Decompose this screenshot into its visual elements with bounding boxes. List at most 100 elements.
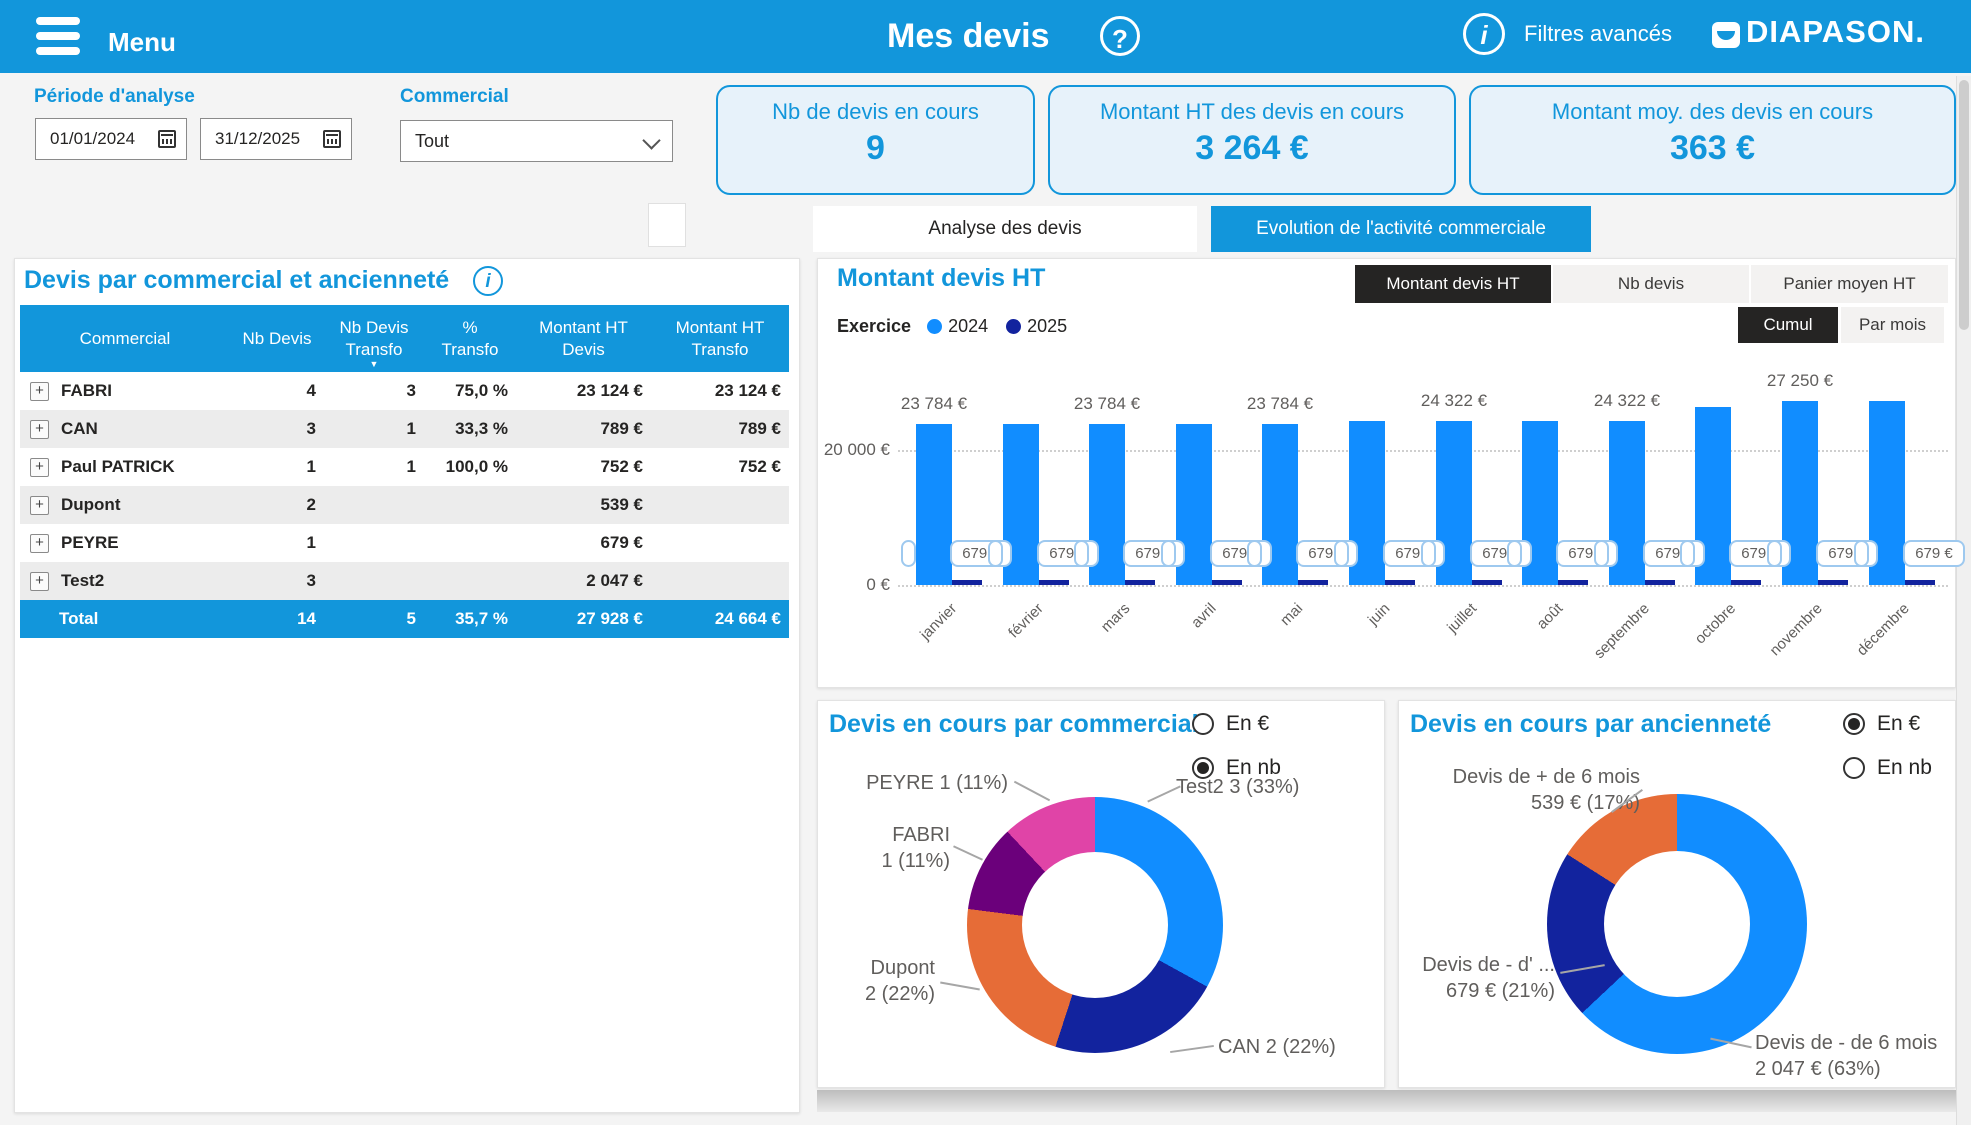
advanced-filters-button[interactable]: Filtres avancés (1524, 21, 1672, 47)
legend-item-2025[interactable]: 2025 (1006, 316, 1067, 337)
table-header-row: Commercial Nb Devis Nb DevisTransfo▼ %Tr… (20, 305, 789, 372)
bar-2025-mars[interactable] (1125, 580, 1155, 585)
bar-2025-label-frag (1507, 540, 1522, 567)
table-row[interactable]: Paul PATRICK11100,0 %752 €752 € (20, 448, 789, 486)
hamburger-menu-icon[interactable] (36, 15, 82, 59)
bar-2024-janvier[interactable] (916, 424, 952, 585)
scrollbar-thumb[interactable] (1959, 80, 1969, 330)
expand-row-icon[interactable] (30, 420, 49, 439)
cell-montant_ht_transfo: 789 € (651, 410, 789, 448)
mode-button-cumul[interactable]: Cumul (1738, 307, 1838, 343)
bar-2025-avril[interactable] (1212, 580, 1242, 585)
col-header-montant-transfo[interactable]: Montant HTTransfo (651, 305, 789, 372)
metric-button-nb-devis[interactable]: Nb devis (1553, 265, 1749, 303)
mes-devis-dashboard: Menu Mes devis ? i Filtres avancés DIAPA… (0, 0, 1971, 1125)
bar-2025-octobre[interactable] (1731, 580, 1761, 585)
table-row[interactable]: PEYRE1679 € (20, 524, 789, 562)
bar-2025-février[interactable] (1039, 580, 1069, 585)
vertical-scrollbar[interactable] (1956, 76, 1971, 1125)
table-total-row[interactable]: Total14535,7 %27 928 €24 664 € (20, 600, 789, 638)
radio-icon[interactable] (1192, 713, 1214, 735)
bar-2025-janvier[interactable] (952, 580, 982, 585)
kpi-value: 9 (718, 129, 1033, 168)
col-header-nb-devis[interactable]: Nb Devis (230, 305, 324, 372)
commercial-dropdown[interactable]: Tout (400, 120, 673, 162)
chevron-down-icon (642, 131, 660, 149)
cell-montant_ht_transfo: 752 € (651, 448, 789, 486)
metric-button-montant-devis-ht[interactable]: Montant devis HT (1355, 265, 1551, 303)
bar-2025-décembre[interactable] (1905, 580, 1935, 585)
calendar-icon[interactable] (323, 130, 341, 148)
col-header-montant-devis[interactable]: Montant HTDevis (516, 305, 651, 372)
donut1-radio-en-euro[interactable]: En € (1192, 712, 1269, 736)
cell-montant_ht_devis: 539 € (516, 486, 651, 524)
date-to-input[interactable]: 31/12/2025 (200, 118, 352, 160)
donut-chart-anciennete[interactable] (1547, 794, 1807, 1054)
bar-2025-novembre[interactable] (1818, 580, 1848, 585)
radio-icon[interactable] (1843, 757, 1865, 779)
tab-label: Evolution de l'activité commerciale (1256, 218, 1546, 240)
bar-2025-label-frag (1161, 540, 1176, 567)
cell-montant_ht_devis: 23 124 € (516, 372, 651, 410)
calendar-icon[interactable] (158, 130, 176, 148)
expand-row-icon[interactable] (30, 534, 49, 553)
legend-item-2024[interactable]: 2024 (927, 316, 988, 337)
bar-value-label: 24 322 € (1552, 391, 1702, 411)
bar-2025-juin[interactable] (1385, 580, 1415, 585)
table-row[interactable]: Dupont2539 € (20, 486, 789, 524)
page-title: Mes devis (887, 17, 1050, 56)
cell-pct_transfo (424, 524, 516, 562)
cell-nb_devis: 1 (230, 524, 324, 562)
expand-row-icon[interactable] (30, 496, 49, 515)
donut1-label-dupont: Dupont2 (22%) (815, 955, 935, 1007)
col-header-nb-devis-transfo[interactable]: Nb DevisTransfo▼ (324, 305, 424, 372)
bar-2025-mai[interactable] (1298, 580, 1328, 585)
cell-pct_transfo (424, 486, 516, 524)
radio-icon-selected[interactable] (1843, 713, 1865, 735)
metric-button-panier-moyen[interactable]: Panier moyen HT (1751, 265, 1948, 303)
menu-label[interactable]: Menu (108, 27, 176, 58)
bar-value-label: 24 322 € (1379, 391, 1529, 411)
col-header-commercial[interactable]: Commercial (20, 305, 230, 372)
donut-chart-commercial[interactable] (967, 797, 1223, 1053)
donut2-title: Devis en cours par ancienneté (1410, 710, 1771, 739)
date-from-input[interactable]: 01/01/2024 (35, 118, 187, 160)
bar-2025-value-label: 679 € (1037, 540, 1099, 567)
mode-button-par-mois[interactable]: Par mois (1841, 307, 1944, 343)
cell-commercial: PEYRE (61, 533, 119, 553)
bar-2025-label-frag (1421, 540, 1436, 567)
cell-pct_transfo: 75,0 % (424, 372, 516, 410)
col-header-pct-transfo[interactable]: %Transfo (424, 305, 516, 372)
date-from-value: 01/01/2024 (50, 129, 135, 148)
bar-2025-label-frag (1680, 540, 1695, 567)
tab-evolution-activite[interactable]: Evolution de l'activité commerciale (1211, 206, 1591, 252)
bar-2025-label-frag (1074, 540, 1089, 567)
bar-2025-août[interactable] (1558, 580, 1588, 585)
cell-nb_devis: 2 (230, 486, 324, 524)
cell-nb_devis_transfo: 1 (324, 410, 424, 448)
table-title: Devis par commercial et ancienneté (24, 266, 449, 295)
expand-row-icon[interactable] (30, 572, 49, 591)
bar-2025-septembre[interactable] (1645, 580, 1675, 585)
expand-row-icon[interactable] (30, 382, 49, 401)
table-row[interactable]: FABRI4375,0 %23 124 €23 124 € (20, 372, 789, 410)
info-icon[interactable]: i (1463, 13, 1505, 55)
legend-dot-2025 (1006, 319, 1021, 334)
bar-2025-juillet[interactable] (1472, 580, 1502, 585)
legend-dot-2024 (927, 319, 942, 334)
cell-nb_devis_transfo (324, 562, 424, 600)
donut2-radio-en-nb[interactable]: En nb (1843, 756, 1932, 780)
bar-value-label: 23 784 € (1205, 394, 1355, 414)
donut2-radio-en-euro[interactable]: En € (1843, 712, 1920, 736)
table-info-icon[interactable]: i (473, 266, 503, 296)
table-row[interactable]: CAN3133,3 %789 €789 € (20, 410, 789, 448)
cell-montant_ht_devis: 27 928 € (516, 600, 651, 638)
cell-commercial: CAN (61, 419, 98, 439)
table-row[interactable]: Test232 047 € (20, 562, 789, 600)
horizontal-scrollbar[interactable] (817, 1090, 1971, 1112)
expand-row-icon[interactable] (30, 458, 49, 477)
tab-analyse-des-devis[interactable]: Analyse des devis (813, 206, 1197, 252)
bar-2025-label-frag (1767, 540, 1782, 567)
donut1-label-can: CAN 2 (22%) (1218, 1034, 1336, 1060)
help-icon[interactable]: ? (1100, 16, 1140, 56)
